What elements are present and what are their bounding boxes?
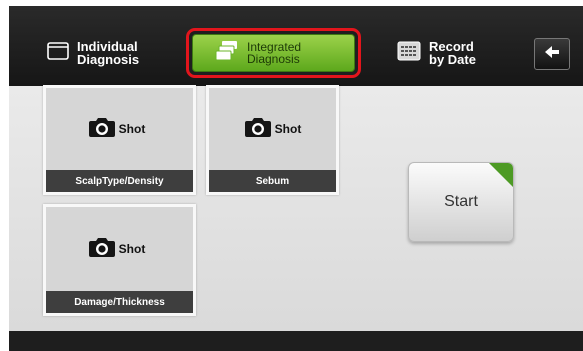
card-caption: Damage/Thickness	[46, 291, 193, 313]
window-icon	[47, 41, 69, 65]
shot-label: Shot	[118, 242, 146, 256]
calendar-grid-icon	[397, 41, 421, 66]
tab-record-label: Record by Date	[429, 39, 476, 67]
bottom-bar	[9, 331, 583, 351]
tab-individual-diagnosis[interactable]: Individual Diagnosis	[29, 29, 189, 77]
tab-integrated-selected-bg: Integrated Diagnosis	[192, 34, 355, 72]
shot-label: Shot	[118, 122, 146, 136]
camera-icon	[88, 236, 116, 263]
camera-icon	[244, 116, 272, 143]
tab-individual-label: Individual Diagnosis	[77, 39, 140, 67]
tab-integrated-label: Integrated Diagnosis	[247, 40, 302, 66]
shot-card-scalp-type-density[interactable]: Shot ScalpType/Density	[43, 85, 196, 195]
card-caption: Sebum	[209, 170, 336, 192]
arrow-left-icon	[544, 45, 560, 64]
shot-area: Shot	[46, 207, 193, 291]
shot-label: Shot	[274, 122, 302, 136]
back-button[interactable]	[534, 38, 570, 70]
start-label: Start	[444, 193, 478, 210]
tab-bar: Individual Diagnosis Integrated Diagnosi…	[9, 6, 583, 86]
shot-area: Shot	[46, 88, 193, 170]
start-button[interactable]: Start	[408, 162, 514, 242]
tab-record-by-date[interactable]: Record by Date	[379, 29, 529, 77]
card-caption: ScalpType/Density	[46, 170, 193, 192]
shot-card-damage-thickness[interactable]: Shot Damage/Thickness	[43, 204, 196, 316]
shot-area: Shot	[209, 88, 336, 170]
shot-card-sebum[interactable]: Shot Sebum	[206, 85, 339, 195]
camera-icon	[88, 116, 116, 143]
stacked-windows-icon	[215, 40, 239, 67]
tab-integrated-diagnosis[interactable]: Integrated Diagnosis	[186, 28, 361, 78]
corner-fold-decoration	[489, 163, 513, 187]
